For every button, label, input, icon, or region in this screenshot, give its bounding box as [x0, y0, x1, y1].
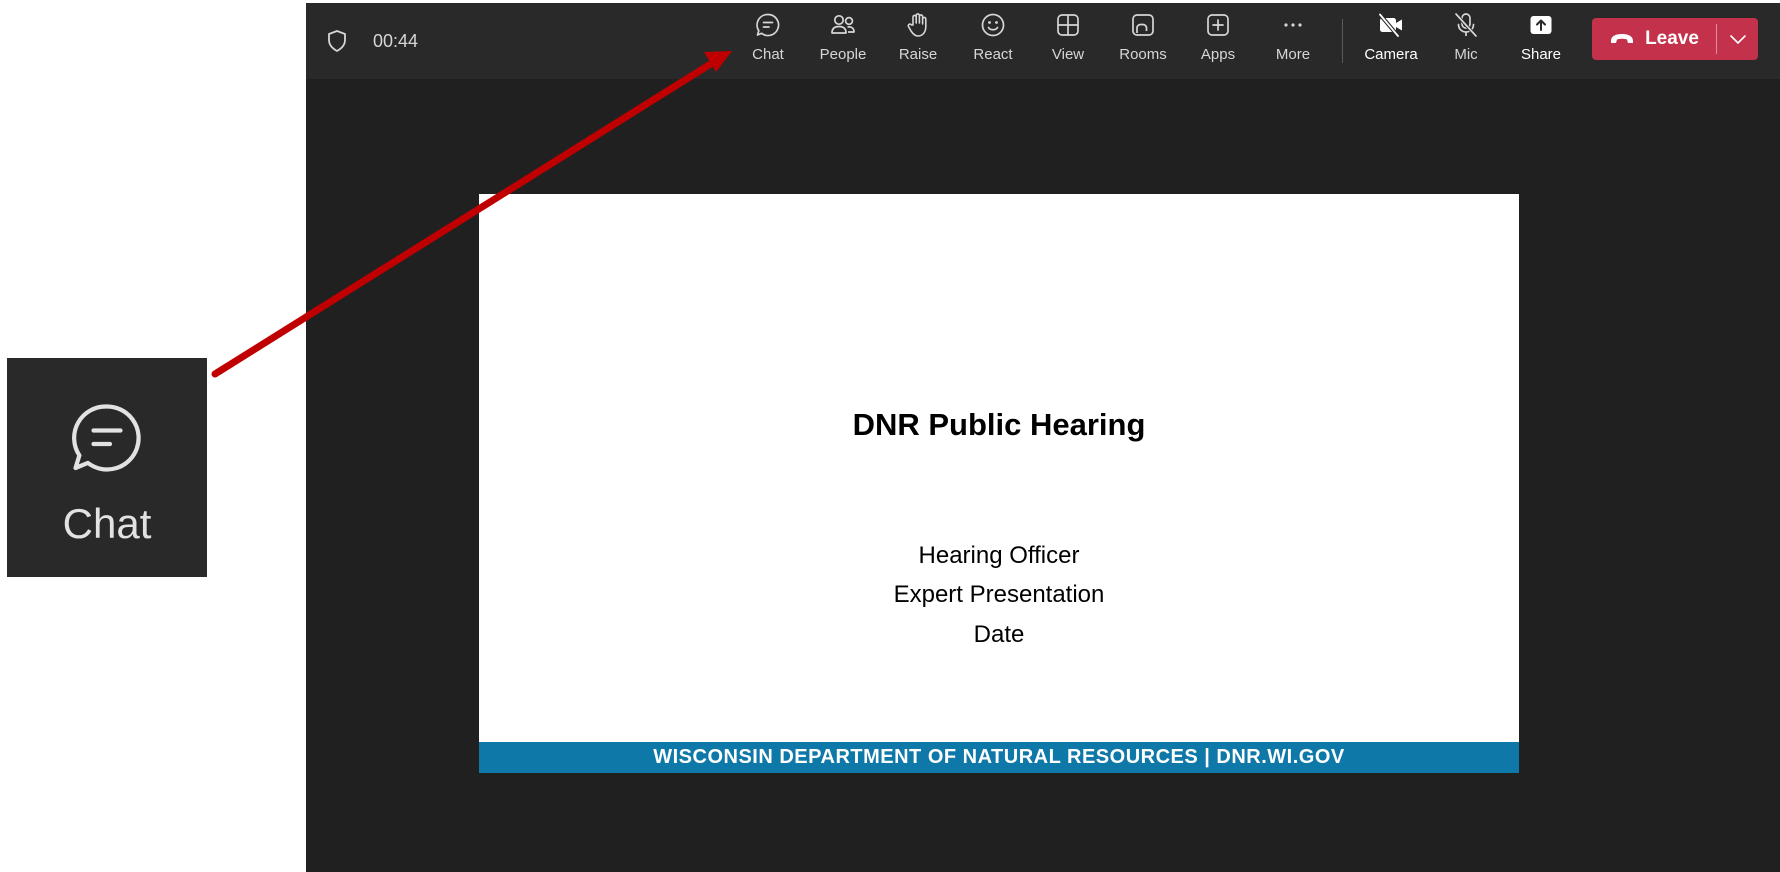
share-icon	[1530, 16, 1552, 34]
leave-main-button[interactable]: Leave	[1592, 18, 1716, 60]
rooms-button[interactable]: Rooms	[1107, 11, 1179, 73]
camera-button[interactable]: Camera	[1355, 11, 1427, 73]
grid-icon	[1057, 14, 1079, 36]
people-label: People	[819, 46, 867, 63]
slide-line-hearing-officer: Hearing Officer	[918, 542, 1080, 569]
slide-footer-banner: WISCONSIN DEPARTMENT OF NATURAL RESOURCE…	[479, 742, 1519, 773]
mic-button[interactable]: Mic	[1430, 11, 1502, 73]
apps-label: Apps	[1200, 46, 1236, 63]
raise-label: Raise	[898, 46, 938, 63]
more-button[interactable]: More	[1257, 11, 1329, 73]
leave-button[interactable]: Leave	[1592, 18, 1758, 60]
shield-icon	[328, 30, 346, 52]
leave-options-button[interactable]	[1717, 18, 1758, 60]
chat-label: Chat	[752, 46, 784, 63]
callout-chat-label: Chat	[62, 500, 152, 547]
ellipsis-icon	[1284, 23, 1302, 27]
plus-box-icon	[1207, 14, 1229, 36]
meeting-toolbar: 00:44 Chat People Raise React View Rooms…	[306, 3, 1780, 79]
rooms-label: Rooms	[1119, 46, 1167, 63]
camera-off-icon	[1378, 13, 1402, 38]
meeting-window: 00:44 Chat People Raise React View Rooms…	[306, 3, 1780, 872]
mic-label: Mic	[1454, 46, 1478, 63]
slide-title: DNR Public Hearing	[852, 407, 1146, 442]
hang-up-phone-icon	[1611, 34, 1634, 43]
slide-line-date: Date	[973, 621, 1025, 648]
people-button[interactable]: People	[807, 11, 879, 73]
react-label: React	[973, 46, 1013, 63]
smiley-icon	[981, 13, 1005, 37]
raise-hand-icon	[907, 13, 927, 37]
more-label: More	[1275, 46, 1311, 63]
chat-icon	[756, 13, 780, 37]
leave-label: Leave	[1645, 28, 1699, 49]
people-icon	[831, 14, 855, 34]
raise-hand-button[interactable]: Raise	[882, 11, 954, 73]
view-button[interactable]: View	[1032, 11, 1104, 73]
chat-icon	[72, 404, 141, 472]
chat-button[interactable]: Chat	[732, 11, 804, 73]
chat-zoom-callout: Chat	[7, 358, 207, 577]
mic-off-icon	[1454, 12, 1478, 38]
meeting-timer: 00:44	[373, 31, 419, 51]
apps-button[interactable]: Apps	[1182, 11, 1254, 73]
share-button[interactable]: Share	[1505, 11, 1577, 73]
rooms-icon	[1132, 14, 1154, 36]
view-label: View	[1051, 46, 1085, 63]
chevron-down-icon	[1729, 35, 1746, 44]
slide-line-expert-presentation: Expert Presentation	[893, 581, 1105, 608]
react-button[interactable]: React	[957, 11, 1029, 73]
camera-label: Camera	[1364, 46, 1418, 63]
toolbar-divider	[1342, 19, 1343, 63]
share-label: Share	[1520, 46, 1562, 63]
shared-slide: DNR Public Hearing Hearing Officer Exper…	[479, 194, 1519, 773]
